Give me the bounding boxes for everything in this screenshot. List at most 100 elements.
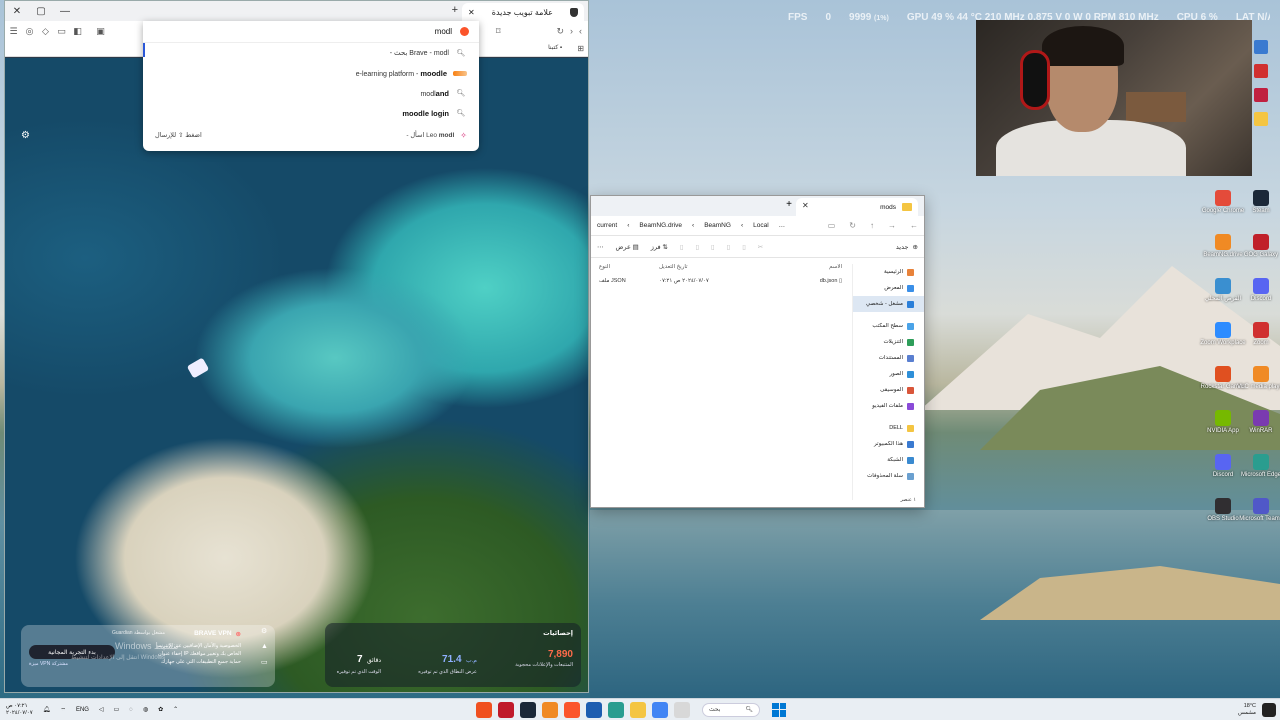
- show-hidden-icon[interactable]: ⌃: [173, 706, 178, 713]
- sidebar-item[interactable]: الصور: [853, 366, 924, 382]
- desktop-icon[interactable]: WinRAR: [1242, 410, 1280, 450]
- desktop-icon[interactable]: GOG Galaxy: [1242, 234, 1280, 274]
- up-icon[interactable]: ↑: [870, 221, 874, 230]
- taskbar-clock[interactable]: ٠٧:٢١ ص ٢٠٢٤/٠٧/٠٧: [6, 703, 33, 717]
- desktop-icon[interactable]: [1254, 88, 1268, 102]
- tray-app-icon[interactable]: ✿: [158, 706, 163, 713]
- address-bar[interactable]: modl: [143, 21, 479, 57]
- desktop-icon[interactable]: Discord: [1242, 278, 1280, 318]
- desktop-icon[interactable]: VLC media player: [1237, 366, 1280, 406]
- paste-icon[interactable]: ▯: [727, 243, 731, 251]
- col-date[interactable]: تاريخ التعديل: [659, 264, 749, 270]
- desktop-icon[interactable]: Microsoft Teams: [1239, 498, 1280, 538]
- col-type[interactable]: النوع: [599, 264, 659, 270]
- notification-icon[interactable]: 🔔︎: [43, 706, 51, 713]
- address-input[interactable]: modl: [435, 27, 452, 36]
- breadcrumb-item[interactable]: BeamNG: [704, 222, 731, 229]
- refresh-icon[interactable]: ↻: [849, 221, 856, 230]
- sidebar-item[interactable]: ملفات الفيديو: [853, 398, 924, 414]
- desktop-icon[interactable]: Zoom Workplace: [1200, 322, 1246, 362]
- desktop-icon[interactable]: القرص المحلي: [1204, 278, 1242, 318]
- down-arrow-icon[interactable]: ▭: [261, 658, 271, 666]
- desktop-icon[interactable]: OBS Studio: [1204, 498, 1242, 538]
- app-icon[interactable]: [586, 701, 602, 718]
- up-arrow-icon[interactable]: ▲: [261, 643, 271, 650]
- rename-icon[interactable]: ▯: [711, 243, 715, 251]
- explorer-tab[interactable]: ✕ mods: [796, 198, 918, 216]
- suggestion-item[interactable]: moodle login 🔍︎: [143, 103, 479, 123]
- suggestion-item[interactable]: modland 🔍︎: [143, 83, 479, 103]
- sidebar-item[interactable]: الرئيسية: [853, 264, 924, 280]
- minimize-icon[interactable]: —: [53, 1, 77, 21]
- tray-app-icon[interactable]: ◍: [143, 706, 148, 713]
- app-icon[interactable]: [476, 701, 492, 718]
- share-icon[interactable]: ▯: [695, 243, 699, 251]
- sidebar-item[interactable]: سطح المكتب: [853, 318, 924, 334]
- tab-new-tab[interactable]: ✕ علامة تبويب جديدة: [462, 3, 584, 21]
- desktop-icon[interactable]: BeamNG.drive: [1203, 234, 1243, 274]
- file-row[interactable]: ملف JSON ٢٠٢٤/٠٧/٠٧ ص ٠٧:٢١ db.json ▯: [591, 274, 850, 288]
- sidebar-item[interactable]: الموسيقى: [853, 382, 924, 398]
- forward-icon[interactable]: ‹: [579, 26, 582, 37]
- start-icon[interactable]: [772, 702, 786, 717]
- vpn-link[interactable]: ميزة VPN مشتركة: [29, 661, 68, 667]
- edge-icon[interactable]: [608, 701, 624, 718]
- suggestion-item[interactable]: e-learning platform - moodle: [143, 63, 479, 83]
- desktop-icon[interactable]: Steam: [1242, 190, 1280, 230]
- sidebar-icon[interactable]: ◧: [70, 24, 85, 39]
- breadcrumb-item[interactable]: Local: [753, 222, 769, 229]
- new-button[interactable]: جديد ⊕: [896, 243, 918, 251]
- tray-app-icon[interactable]: ◌: [129, 707, 133, 713]
- close-icon[interactable]: ✕: [802, 201, 809, 210]
- lang-indicator[interactable]: ENG: [76, 707, 89, 713]
- desktop-icon[interactable]: Microsoft Edge: [1241, 454, 1280, 494]
- desktop-icon[interactable]: [1254, 40, 1268, 54]
- desktop-icon[interactable]: Discord: [1204, 454, 1242, 494]
- taskbar-search[interactable]: بحث 🔍︎: [702, 702, 760, 717]
- grid-icon[interactable]: ⊞: [577, 44, 584, 53]
- beamng-icon[interactable]: [542, 701, 558, 718]
- sidebar-item[interactable]: سلة المحذوفات: [853, 468, 924, 484]
- extensions-icon[interactable]: ▭: [54, 24, 69, 39]
- view-button[interactable]: عرض ▤: [616, 243, 639, 251]
- sidebar-item[interactable]: المعرض: [853, 280, 924, 296]
- cut-icon[interactable]: ✂: [758, 243, 763, 251]
- close-icon[interactable]: ✕: [5, 1, 29, 21]
- sidebar-item[interactable]: DELL: [853, 420, 924, 436]
- menu-icon[interactable]: ☰: [6, 24, 21, 39]
- sort-button[interactable]: فرز ⇅: [651, 243, 668, 251]
- more-icon[interactable]: ⋯: [597, 243, 604, 251]
- sidebar-item[interactable]: التنزيلات: [853, 334, 924, 350]
- rewards-icon[interactable]: ◇: [38, 24, 53, 39]
- desktop-icon[interactable]: Google Chrome: [1202, 190, 1244, 230]
- settings-icon[interactable]: ⚙: [261, 627, 271, 635]
- sidebar-item[interactable]: المستندات: [853, 350, 924, 366]
- explorer-new-tab-button[interactable]: +: [786, 199, 792, 210]
- brave-icon[interactable]: [564, 701, 580, 718]
- desktop-icon[interactable]: [1254, 64, 1268, 78]
- file-explorer-icon[interactable]: [630, 701, 646, 718]
- taskbar-weather[interactable]: 18°C مشمس: [1238, 702, 1276, 717]
- delete-icon[interactable]: ▯: [680, 243, 684, 251]
- leo-suggestion[interactable]: اضغط ⇧ للإرسال - اسأل Leo modl ✧: [143, 123, 479, 147]
- explorer-address-bar[interactable]: current ‹ BeamNG.drive ‹ BeamNG ‹ Local …: [591, 216, 924, 236]
- breadcrumb-overflow[interactable]: …: [779, 222, 786, 229]
- sidebar-item[interactable]: الشبكة: [853, 452, 924, 468]
- col-name[interactable]: الاسم: [749, 264, 842, 270]
- desktop-icon[interactable]: [1254, 112, 1268, 126]
- desktop-icon[interactable]: Zoom: [1242, 322, 1280, 362]
- steam-icon[interactable]: [520, 701, 536, 718]
- leo-icon[interactable]: ◎: [22, 24, 37, 39]
- breadcrumb-item[interactable]: current: [597, 222, 617, 229]
- forward-icon[interactable]: ←: [910, 221, 918, 230]
- restore-icon[interactable]: ▢: [29, 1, 53, 21]
- sidebar-item[interactable]: هذا الكمبيوتر: [853, 436, 924, 452]
- copy-icon[interactable]: ▯: [742, 243, 746, 251]
- volume-icon[interactable]: ◁: [99, 706, 104, 713]
- app-icon[interactable]: [674, 701, 690, 718]
- breadcrumb-item[interactable]: BeamNG.drive: [639, 222, 682, 229]
- bookmark-folder[interactable]: كتبنا ▪: [548, 44, 562, 51]
- chrome-icon[interactable]: [652, 701, 668, 718]
- sidebar-item[interactable]: مشغل - شخصي: [853, 296, 924, 312]
- app-icon[interactable]: [498, 701, 514, 718]
